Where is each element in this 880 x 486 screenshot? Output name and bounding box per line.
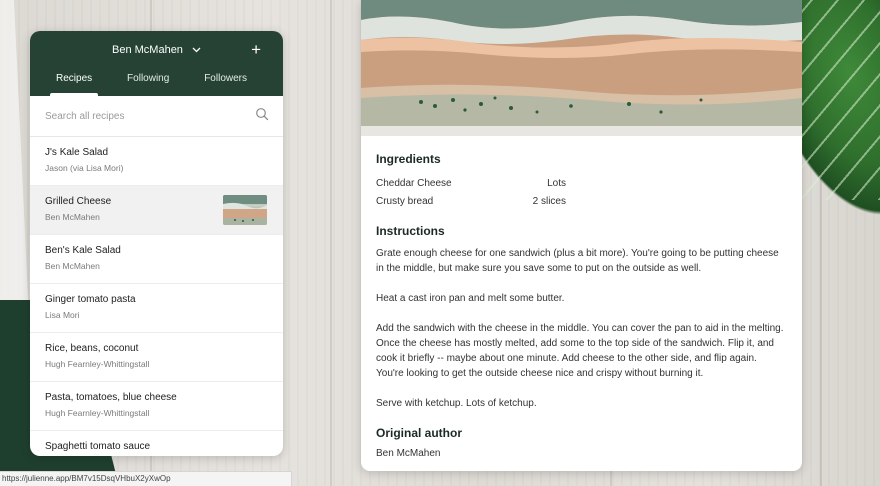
recipe-list-item-selected[interactable]: Grilled Cheese Ben McMahen [30,186,283,235]
recipe-title: J's Kale Salad [45,147,109,158]
ingredient-name: Crusty bread [376,195,434,207]
recipe-author: Hugh Fearnley-Whittingstall [45,408,150,418]
user-name: Ben McMahen [112,44,183,56]
instruction-step: Serve with ketchup. Lots of ketchup. [376,398,537,409]
ingredients-table: Cheddar Cheese Lots Crusty bread 2 slice… [376,174,566,210]
recipe-title: Ginger tomato pasta [45,294,136,305]
recipe-list-item[interactable]: Spaghetti tomato sauce [30,431,283,456]
recipe-author: Jason (via Lisa Mori) [45,163,124,173]
search-input[interactable] [45,110,255,122]
recipe-author: Ben McMahen [45,261,100,271]
recipe-list-item[interactable]: Pasta, tomatoes, blue cheese Hugh Fearnl… [30,382,283,431]
recipe-list-item[interactable]: J's Kale Salad Jason (via Lisa Mori) [30,137,283,186]
chevron-down-icon [192,45,201,55]
recipe-title: Rice, beans, coconut [45,343,139,354]
recipe-title: Spaghetti tomato sauce [45,441,151,452]
sidebar-tabs: Recipes Following Followers [30,66,283,96]
ingredients-heading: Ingredients [376,152,441,166]
tab-following[interactable]: Following [111,66,185,96]
search-bar [30,96,283,137]
recipe-list-item[interactable]: Ben's Kale Salad Ben McMahen [30,235,283,284]
recipe-title: Pasta, tomatoes, blue cheese [45,392,177,403]
ingredient-row: Crusty bread 2 slices [376,192,566,210]
instruction-step: Grate enough cheese for one sandwich (pl… [376,248,779,274]
original-author-heading: Original author [376,426,463,440]
ingredient-name: Cheddar Cheese [376,177,452,189]
status-bar-url: https://julienne.app/BM7v15DsqVHbuX2yXwO… [0,471,292,486]
recipe-list: J's Kale Salad Jason (via Lisa Mori) Gri… [30,137,283,456]
recipe-thumbnail [223,195,267,225]
ingredient-quantity: 2 slices [532,195,566,207]
plus-icon: + [251,40,261,59]
sidebar-header: Ben McMahen + Recipes Following Follower… [30,31,283,96]
recipe-author: Hugh Fearnley-Whittingstall [45,359,150,369]
recipe-detail: Ingredients Cheddar Cheese Lots Crusty b… [361,0,802,471]
tab-followers[interactable]: Followers [188,66,263,96]
recipe-list-item[interactable]: Ginger tomato pasta Lisa Mori [30,284,283,333]
recipe-body: Ingredients Cheddar Cheese Lots Crusty b… [361,136,802,459]
recipe-sidebar: Ben McMahen + Recipes Following Follower… [30,31,283,456]
tab-recipes[interactable]: Recipes [40,66,108,96]
recipe-author: Lisa Mori [45,310,80,320]
original-author-name: Ben McMahen [376,448,441,459]
recipe-list-item[interactable]: Rice, beans, coconut Hugh Fearnley-Whitt… [30,333,283,382]
search-icon[interactable] [255,107,269,126]
instructions-heading: Instructions [376,224,445,238]
instruction-step: Heat a cast iron pan and melt some butte… [376,293,565,304]
user-menu[interactable]: Ben McMahen [30,44,283,56]
recipe-title: Ben's Kale Salad [45,245,121,256]
ingredient-quantity: Lots [547,177,566,189]
recipe-hero-image [361,0,802,136]
background-paper [0,0,30,340]
background-board-seam [330,0,332,486]
background-leaf-veins [800,0,880,200]
ingredient-row: Cheddar Cheese Lots [376,174,566,192]
add-recipe-button[interactable]: + [251,40,261,60]
instruction-step: Add the sandwich with the cheese in the … [376,323,784,379]
